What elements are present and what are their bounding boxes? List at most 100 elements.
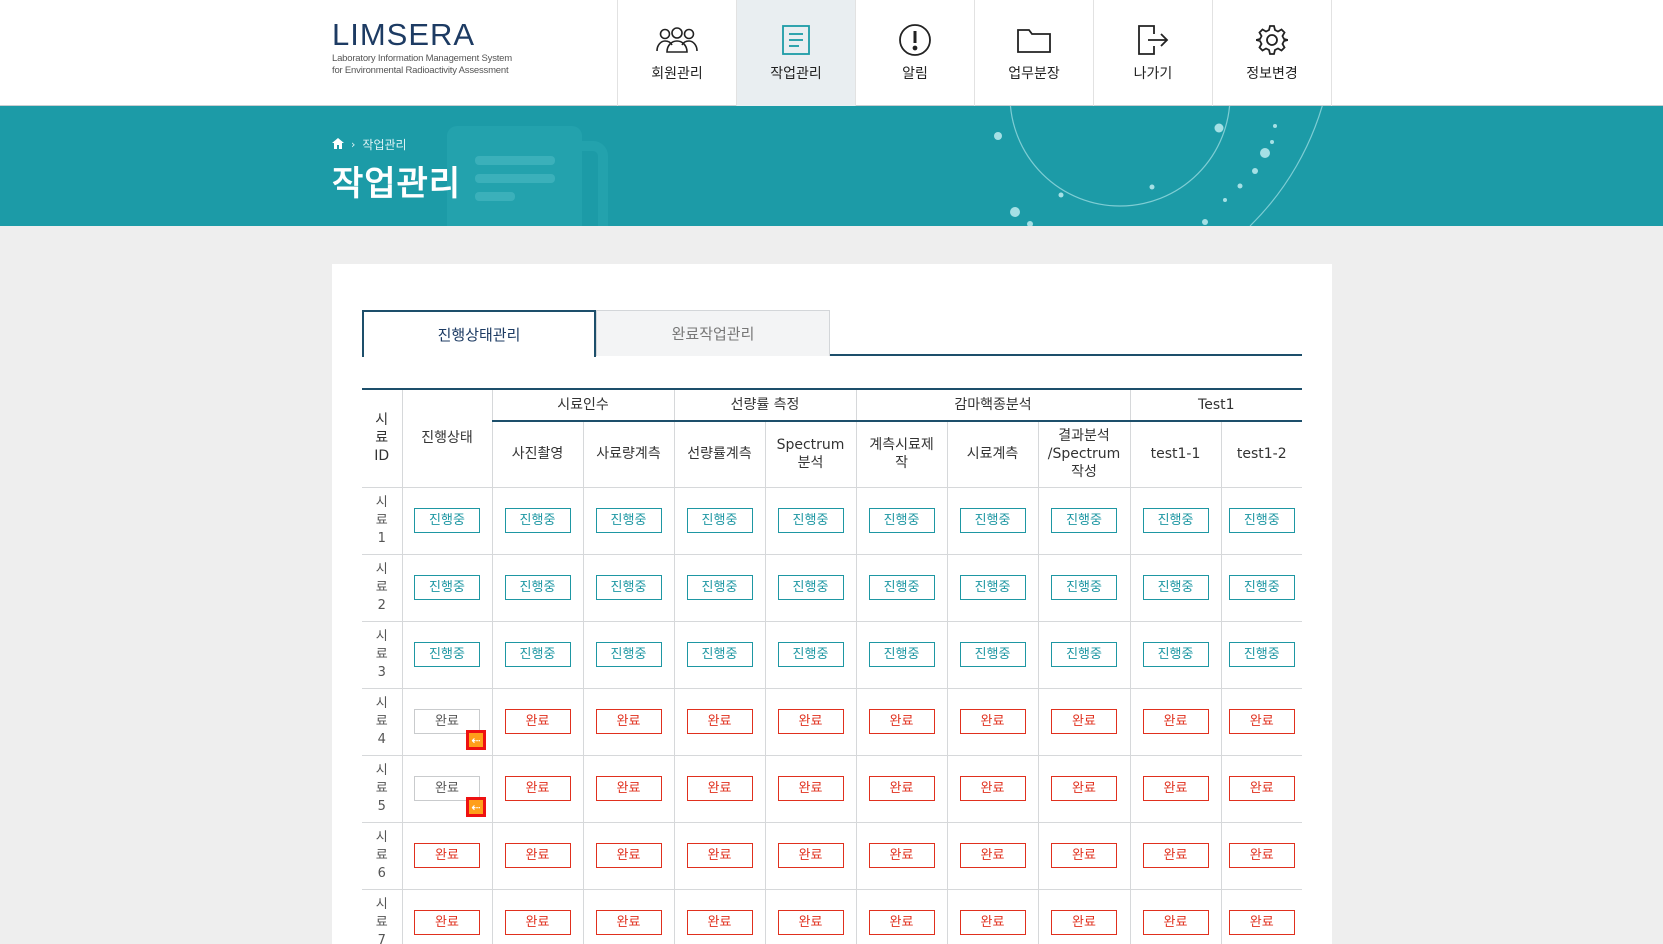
step-status-button[interactable]: 진행중 <box>868 642 935 667</box>
step-status-button[interactable]: 완료 <box>959 910 1026 935</box>
breadcrumb-current[interactable]: 작업관리 <box>362 136 406 153</box>
step-status-button[interactable]: 완료 <box>959 776 1026 801</box>
step-status-button[interactable]: 완료 <box>1142 843 1209 868</box>
step-status-button[interactable]: 완료 <box>1142 910 1209 935</box>
step-cell: 완료 <box>582 888 675 944</box>
logo[interactable]: LIMSERA Laboratory Information Managemen… <box>332 18 512 77</box>
arrow-left-icon[interactable]: ⇠ <box>466 797 486 817</box>
step-status-button[interactable]: 완료 <box>686 709 753 734</box>
sample-id-cell: 시 료 6 <box>362 821 403 890</box>
group-header: 시료인수 <box>491 388 675 422</box>
step-status-button[interactable]: 완료 <box>1142 709 1209 734</box>
col-step-header: 사료량계측 <box>582 420 675 488</box>
home-icon[interactable] <box>332 137 344 152</box>
banner-decoration <box>447 106 1323 226</box>
step-status-button[interactable]: 완료 <box>595 776 662 801</box>
step-status-button[interactable]: 진행중 <box>868 508 935 533</box>
step-status-button[interactable]: 진행중 <box>1142 642 1209 667</box>
step-status-button[interactable]: 진행중 <box>777 642 844 667</box>
step-status-button[interactable]: 완료 <box>504 709 571 734</box>
step-status-button[interactable]: 완료 <box>959 843 1026 868</box>
step-status-button[interactable]: 완료 <box>504 910 571 935</box>
tab-progress-status[interactable]: 진행상태관리 <box>362 310 596 357</box>
step-status-button[interactable]: 진행중 <box>1228 508 1295 533</box>
step-cell: 진행중 <box>491 620 584 689</box>
col-status: 진행상태 <box>401 389 493 488</box>
step-status-button[interactable]: 완료 <box>868 709 935 734</box>
step-status-button[interactable]: 완료 <box>868 843 935 868</box>
logo-subtitle-1: Laboratory Information Management System <box>332 53 512 64</box>
sample-id: 시 료 2 <box>375 561 388 613</box>
breadcrumb-separator: › <box>351 138 356 151</box>
step-status-button[interactable]: 진행중 <box>686 642 753 667</box>
status-badge[interactable]: 완료 <box>414 843 480 868</box>
step-status-button[interactable]: 완료 <box>868 776 935 801</box>
nav-item-members[interactable]: 회원관리 <box>618 0 737 106</box>
step-status-button[interactable]: 완료 <box>1228 843 1295 868</box>
step-status-button[interactable]: 진행중 <box>686 508 753 533</box>
step-status-button[interactable]: 진행중 <box>959 508 1026 533</box>
step-status-button[interactable]: 완료 <box>777 776 844 801</box>
step-cell: 완료 <box>1129 821 1222 890</box>
step-status-button[interactable]: 진행중 <box>959 575 1026 600</box>
table-row: 시 료 1 진행중 진행중 진행중 진행중 진행중 진행중 진행중 진행중 진행중 진행중 <box>362 486 1303 555</box>
step-status-button[interactable]: 진행중 <box>777 508 844 533</box>
step-status-button[interactable]: 완료 <box>686 776 753 801</box>
status-cell: 완료 ⇠ <box>401 754 493 823</box>
status-badge[interactable]: 진행중 <box>414 508 480 533</box>
step-status-button[interactable]: 완료 <box>777 709 844 734</box>
step-status-button[interactable]: 진행중 <box>504 508 571 533</box>
table-row: 시 료 3 진행중 진행중 진행중 진행중 진행중 진행중 진행중 진행중 진행중 진행중 <box>362 620 1303 689</box>
step-status-button[interactable]: 완료 <box>1051 843 1118 868</box>
table-row: 시 료 7 완료 완료 완료 완료 완료 완료 완료 완료 완료 완료 <box>362 888 1303 944</box>
step-status-button[interactable]: 완료 <box>686 910 753 935</box>
step-status-button[interactable]: 완료 <box>959 709 1026 734</box>
step-status-button[interactable]: 완료 <box>595 843 662 868</box>
step-cell: 완료 <box>673 821 766 890</box>
step-status-button[interactable]: 진행중 <box>504 575 571 600</box>
nav-item-tasks[interactable]: 작업관리 <box>737 0 856 106</box>
step-status-button[interactable]: 진행중 <box>1142 575 1209 600</box>
step-status-button[interactable]: 완료 <box>777 910 844 935</box>
step-status-button[interactable]: 완료 <box>595 709 662 734</box>
logout-icon <box>1131 23 1175 57</box>
step-status-button[interactable]: 완료 <box>1228 709 1295 734</box>
step-status-button[interactable]: 진행중 <box>959 642 1026 667</box>
step-status-button[interactable]: 완료 <box>777 843 844 868</box>
step-status-button[interactable]: 진행중 <box>595 575 662 600</box>
step-status-button[interactable]: 진행중 <box>1051 575 1118 600</box>
step-status-button[interactable]: 진행중 <box>868 575 935 600</box>
nav-item-assignment[interactable]: 업무분장 <box>975 0 1094 106</box>
step-status-button[interactable]: 완료 <box>1051 910 1118 935</box>
status-badge[interactable]: 진행중 <box>414 642 480 667</box>
step-status-button[interactable]: 완료 <box>686 843 753 868</box>
step-status-button[interactable]: 완료 <box>504 776 571 801</box>
step-status-button[interactable]: 완료 <box>1228 776 1295 801</box>
step-status-button[interactable]: 완료 <box>1051 776 1118 801</box>
nav-item-settings[interactable]: 정보변경 <box>1213 0 1332 106</box>
status-badge[interactable]: 완료 <box>414 910 480 935</box>
step-status-button[interactable]: 진행중 <box>1142 508 1209 533</box>
step-status-button[interactable]: 완료 <box>1142 776 1209 801</box>
nav-item-logout[interactable]: 나가기 <box>1094 0 1213 106</box>
step-status-button[interactable]: 진행중 <box>595 508 662 533</box>
step-status-button[interactable]: 진행중 <box>504 642 571 667</box>
step-status-button[interactable]: 완료 <box>1228 910 1295 935</box>
step-status-button[interactable]: 완료 <box>1051 709 1118 734</box>
step-status-button[interactable]: 진행중 <box>1051 642 1118 667</box>
step-status-button[interactable]: 진행중 <box>595 642 662 667</box>
step-status-button[interactable]: 진행중 <box>1228 575 1295 600</box>
gear-icon <box>1250 23 1294 57</box>
step-status-button[interactable]: 완료 <box>868 910 935 935</box>
step-status-button[interactable]: 진행중 <box>1228 642 1295 667</box>
step-status-button[interactable]: 진행중 <box>777 575 844 600</box>
step-status-button[interactable]: 진행중 <box>686 575 753 600</box>
step-status-button[interactable]: 완료 <box>504 843 571 868</box>
step-status-button[interactable]: 진행중 <box>1051 508 1118 533</box>
step-status-button[interactable]: 완료 <box>595 910 662 935</box>
status-badge[interactable]: 진행중 <box>414 575 480 600</box>
arrow-left-icon[interactable]: ⇠ <box>466 730 486 750</box>
alert-icon <box>893 23 937 57</box>
tab-completed-tasks[interactable]: 완료작업관리 <box>596 310 830 356</box>
nav-item-alerts[interactable]: 알림 <box>856 0 975 106</box>
